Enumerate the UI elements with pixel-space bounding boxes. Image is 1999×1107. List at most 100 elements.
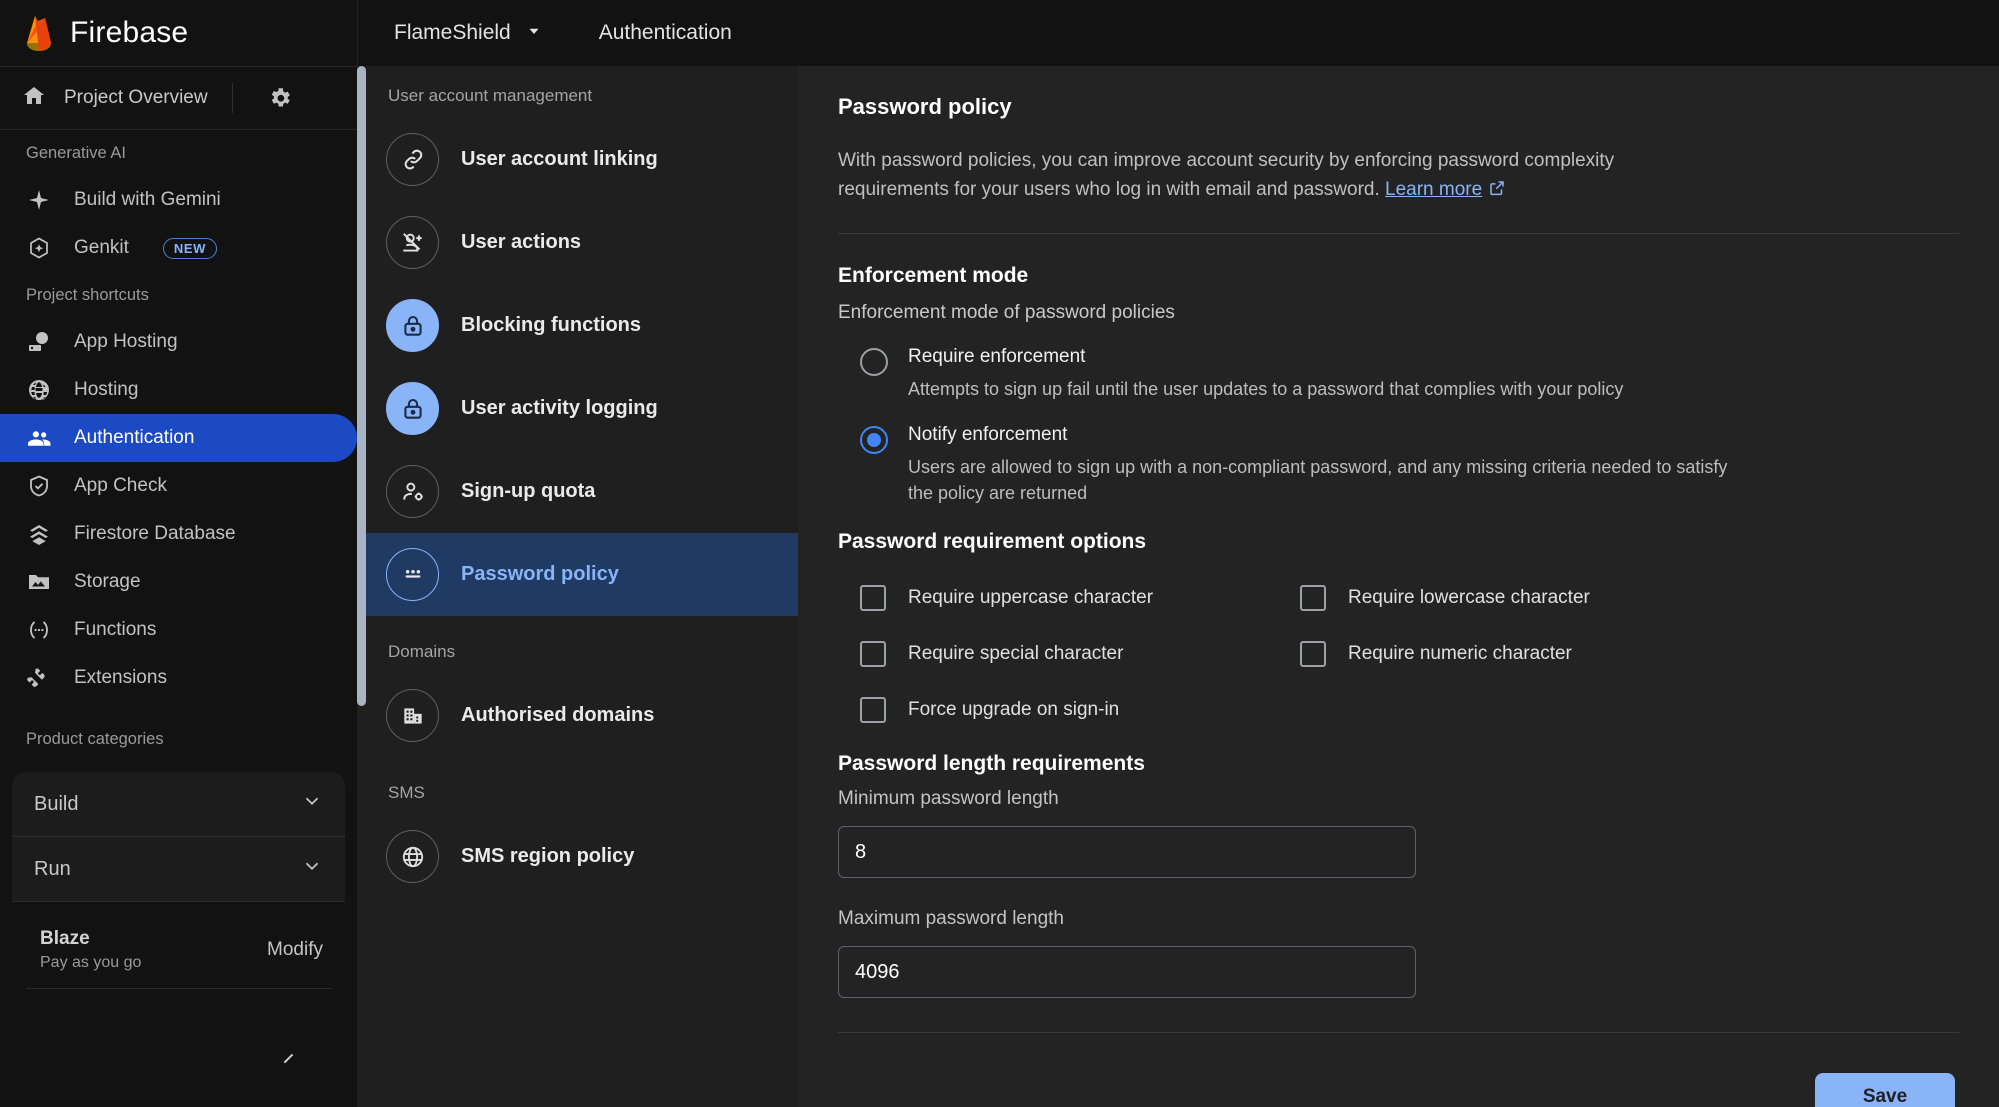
plan-box: Blaze Pay as you go Modify: [12, 916, 345, 989]
main-header: Password policy With password policies, …: [798, 66, 1999, 234]
sidebar-item-label: App Hosting: [74, 331, 178, 352]
sidebar-item-label: Extensions: [74, 667, 167, 688]
subnav-item-blocking-functions[interactable]: Blocking functions: [358, 284, 798, 367]
user-add-off-icon: [386, 216, 439, 269]
gear-icon[interactable]: [267, 85, 293, 111]
password-length-requirements-heading: Password length requirements: [838, 752, 1145, 776]
people-icon: [26, 425, 52, 451]
checkbox-label: Require lowercase character: [1348, 587, 1590, 609]
radio-button[interactable]: [860, 347, 888, 376]
main-content: Password policy With password policies, …: [798, 66, 1999, 1107]
checkbox-force-upgrade-on-sign-in[interactable]: Force upgrade on sign-in: [860, 686, 1300, 734]
enforcement-mode-heading: Enforcement mode: [838, 263, 1029, 287]
sidebar-item-app-hosting[interactable]: App Hosting: [0, 318, 357, 366]
shield-check-icon: [26, 473, 52, 499]
sidebar-item-build-with-gemini[interactable]: Build with Gemini: [0, 176, 357, 224]
project-selector[interactable]: FlameShield: [394, 21, 543, 45]
subnav-item-authorised-domains[interactable]: Authorised domains: [358, 674, 798, 757]
subnav-item-label: SMS region policy: [461, 845, 635, 867]
password-dots-icon: [386, 548, 439, 601]
radio-label: Notify enforcement: [908, 423, 1068, 445]
radio-option-notify-enforcement[interactable]: Notify enforcement Users are allowed to …: [838, 424, 1959, 506]
divider: [838, 1032, 1959, 1034]
sidebar-item-label: Hosting: [74, 379, 139, 400]
minimum-password-length-input[interactable]: [838, 826, 1416, 879]
sidebar-item-firestore-database[interactable]: Firestore Database: [0, 510, 357, 558]
checkbox-require-lowercase-character[interactable]: Require lowercase character: [1300, 574, 1959, 622]
project-overview-label: Project Overview: [64, 87, 208, 108]
maximum-password-length-input[interactable]: [838, 946, 1416, 999]
checkbox[interactable]: [1300, 585, 1326, 612]
main-body: Enforcement mode Enforcement mode of pas…: [798, 234, 1999, 1034]
brand-header[interactable]: Firebase: [0, 0, 357, 66]
lock-icon: [386, 299, 439, 352]
collapse-arrow-icon[interactable]: [277, 1048, 299, 1075]
sidebar-item-storage[interactable]: Storage: [0, 558, 357, 606]
sidebar-item-label: Storage: [74, 571, 141, 592]
chevron-down-icon: [301, 790, 323, 818]
subnav-header-domains: Domains: [388, 642, 456, 661]
subnav-item-password-policy[interactable]: Password policy: [358, 533, 798, 616]
page-title[interactable]: Authentication: [599, 21, 732, 45]
chevron-down-icon: [301, 855, 323, 883]
sidebar-item-genkit[interactable]: Genkit NEW: [0, 224, 357, 272]
checkbox-label: Force upgrade on sign-in: [908, 699, 1120, 721]
subnav-item-label: Blocking functions: [461, 314, 641, 336]
app-hosting-icon: [26, 329, 52, 355]
extensions-puzzle-icon: [26, 665, 52, 691]
subnav-item-sign-up-quota[interactable]: Sign-up quota: [358, 450, 798, 533]
main-description: With password policies, you can improve …: [838, 146, 1658, 207]
subnav-item-label: Password policy: [461, 563, 619, 585]
category-label: Build: [34, 792, 79, 815]
sidebar-item-label: Build with Gemini: [74, 189, 221, 210]
checkbox-require-numeric-character[interactable]: Require numeric character: [1300, 630, 1959, 678]
top-bar: FlameShield Authentication: [358, 0, 1999, 66]
external-link-icon[interactable]: [1488, 177, 1506, 206]
functions-icon: [26, 617, 52, 643]
sidebar-item-hosting[interactable]: Hosting: [0, 366, 357, 414]
subnav-item-user-account-linking[interactable]: User account linking: [358, 118, 798, 201]
radio-description: Attempts to sign up fail until the user …: [908, 378, 1624, 399]
checkbox-require-special-character[interactable]: Require special character: [847, 620, 1300, 689]
sidebar-item-label: App Check: [74, 475, 167, 496]
subnav-item-label: Sign-up quota: [461, 480, 596, 502]
subnav-item-sms-region-policy[interactable]: SMS region policy: [358, 815, 798, 898]
sidebar-item-app-check[interactable]: App Check: [0, 462, 357, 510]
subnav-header-user-account-management: User account management: [388, 86, 593, 105]
sidebar-item-authentication[interactable]: Authentication: [0, 414, 357, 462]
modify-plan-button[interactable]: Modify: [267, 939, 323, 961]
checkbox-label: Require special character: [908, 643, 1124, 665]
checkbox[interactable]: [860, 697, 886, 724]
project-name: FlameShield: [394, 21, 511, 44]
category-run[interactable]: Run: [12, 837, 345, 901]
learn-more-link[interactable]: Learn more: [1385, 179, 1482, 200]
sidebar-collapse-tab[interactable]: [12, 1053, 357, 1107]
plan-name: Blaze: [40, 928, 90, 949]
save-button[interactable]: Save: [1815, 1073, 1955, 1107]
sidebar-scrollbar[interactable]: [357, 66, 366, 706]
sidebar-item-extensions[interactable]: Extensions: [0, 654, 357, 702]
project-overview-row[interactable]: Project Overview: [0, 67, 357, 129]
checkbox[interactable]: [1300, 641, 1326, 668]
globe-icon: [26, 377, 52, 403]
password-requirement-options-heading: Password requirement options: [838, 530, 1147, 554]
subnav-item-label: Authorised domains: [461, 704, 655, 726]
radio-option-require-enforcement[interactable]: Require enforcement Attempts to sign up …: [838, 346, 1959, 402]
subnav-item-user-actions[interactable]: User actions: [358, 201, 798, 284]
requirement-checkbox-grid: Require uppercase character Require lowe…: [838, 574, 1959, 734]
divider: [231, 83, 233, 113]
sidebar-item-functions[interactable]: Functions: [0, 606, 357, 654]
chevron-down-icon: [525, 22, 543, 45]
sidebar-item-label: Authentication: [74, 427, 195, 448]
checkbox[interactable]: [860, 585, 886, 612]
checkbox-label: Require uppercase character: [908, 587, 1154, 609]
radio-button[interactable]: [860, 425, 888, 454]
checkbox-require-uppercase-character[interactable]: Require uppercase character: [860, 574, 1300, 622]
divider: [26, 988, 331, 989]
genkit-hexagon-icon: [26, 235, 52, 261]
checkbox[interactable]: [860, 641, 886, 668]
sidebar-item-label: Functions: [74, 619, 157, 640]
category-build[interactable]: Build: [12, 772, 345, 836]
subnav-item-user-activity-logging[interactable]: User activity logging: [358, 367, 798, 450]
status-badge: NEW: [162, 237, 218, 259]
